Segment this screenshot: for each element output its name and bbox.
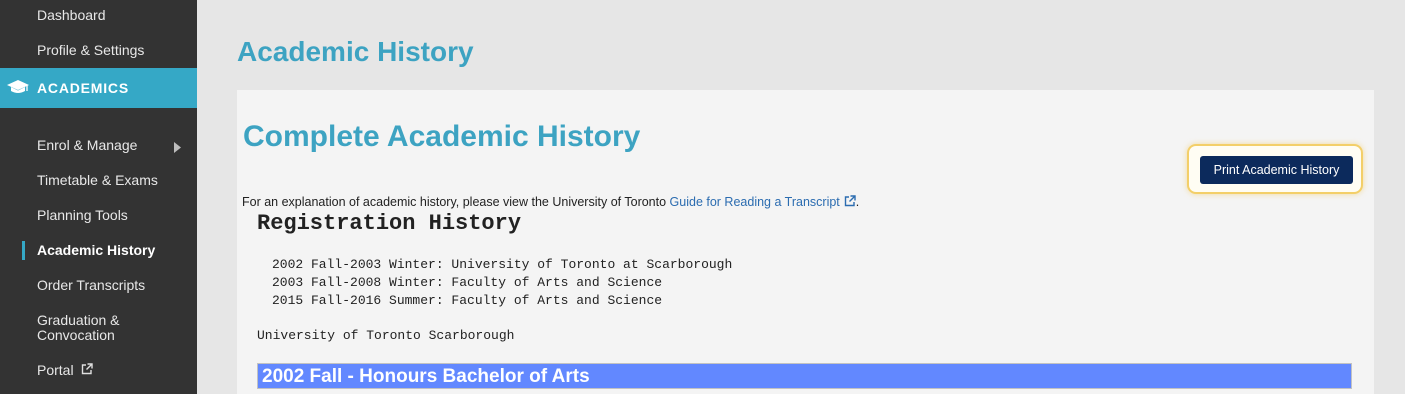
institution-name: University of Toronto Scarborough	[257, 328, 515, 343]
intro-end: .	[855, 195, 860, 209]
sidebar-item-order-transcripts[interactable]: Order Transcripts	[37, 278, 145, 293]
sidebar-item-graduation-line2[interactable]: Convocation	[37, 328, 115, 343]
registration-line: 2003 Fall-2008 Winter: Faculty of Arts a…	[272, 275, 663, 290]
page-title: Academic History	[237, 36, 474, 67]
external-link-icon	[81, 362, 93, 380]
term-heading-bar: 2002 Fall - Honours Bachelor of Arts	[257, 363, 1352, 389]
sidebar: Dashboard Profile & Settings ACADEMICS E…	[0, 0, 197, 394]
intro-text: For an explanation of academic history, …	[242, 195, 859, 210]
academic-history-panel: Complete Academic History Print Academic…	[237, 90, 1374, 394]
sidebar-item-academic-history[interactable]: Academic History	[37, 243, 155, 258]
chevron-right-icon[interactable]	[174, 140, 181, 158]
external-link-icon	[844, 195, 856, 210]
sidebar-item-graduation-line1[interactable]: Graduation &	[37, 313, 120, 328]
sidebar-item-portal[interactable]: Portal	[37, 363, 74, 378]
term-heading: 2002 Fall - Honours Bachelor of Arts	[262, 366, 590, 387]
print-button-focus-ring: Print Academic History	[1189, 146, 1361, 192]
intro-text-body: For an explanation of academic history, …	[242, 195, 670, 209]
sidebar-item-profile-settings[interactable]: Profile & Settings	[37, 43, 144, 58]
registration-line: 2015 Fall-2016 Summer: Faculty of Arts a…	[272, 293, 663, 308]
registration-history-title: Registration History	[257, 211, 522, 236]
sidebar-item-enrol-manage[interactable]: Enrol & Manage	[37, 138, 137, 153]
graduation-cap-icon	[6, 79, 30, 100]
sidebar-section-label: ACADEMICS	[37, 80, 129, 96]
registration-line: 2002 Fall-2003 Winter: University of Tor…	[272, 257, 733, 272]
print-academic-history-button[interactable]: Print Academic History	[1200, 156, 1353, 184]
sidebar-item-planning-tools[interactable]: Planning Tools	[37, 208, 128, 223]
sidebar-item-timetable-exams[interactable]: Timetable & Exams	[37, 173, 158, 188]
panel-title: Complete Academic History	[243, 120, 641, 153]
active-indicator	[22, 241, 25, 260]
guide-transcript-link[interactable]: Guide for Reading a Transcript	[670, 195, 856, 209]
sidebar-section-academics[interactable]: ACADEMICS	[0, 68, 197, 108]
sidebar-item-dashboard[interactable]: Dashboard	[37, 8, 106, 23]
guide-transcript-link-label: Guide for Reading a Transcript	[669, 195, 840, 209]
